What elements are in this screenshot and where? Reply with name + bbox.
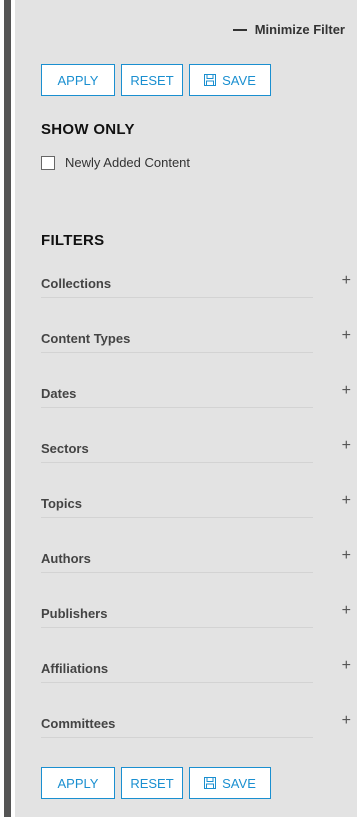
filter-dates[interactable]: Dates + — [41, 382, 351, 408]
minimize-filter-button[interactable]: Minimize Filter — [232, 22, 345, 37]
filter-divider — [41, 517, 313, 518]
filter-divider — [41, 572, 313, 573]
newly-added-content-label: Newly Added Content — [65, 155, 191, 170]
filter-label: Affiliations — [41, 661, 109, 676]
filter-publishers[interactable]: Publishers + — [41, 602, 351, 628]
plus-icon[interactable]: + — [342, 272, 351, 290]
show-only-heading: SHOW ONLY — [41, 121, 135, 138]
filter-collections[interactable]: Collections + — [41, 272, 351, 298]
filter-label: Committees — [41, 716, 116, 731]
filter-divider — [41, 737, 313, 738]
save-label: SAVE — [222, 72, 256, 88]
filter-label: Authors — [41, 551, 91, 566]
plus-icon[interactable]: + — [342, 327, 351, 345]
reset-button[interactable]: RESET — [121, 64, 183, 96]
filter-label: Publishers — [41, 606, 108, 621]
plus-icon[interactable]: + — [342, 657, 351, 675]
filter-divider — [41, 627, 313, 628]
filter-authors[interactable]: Authors + — [41, 547, 351, 573]
filters-heading: FILTERS — [41, 232, 105, 249]
floppy-disk-icon — [204, 74, 217, 86]
plus-icon[interactable]: + — [342, 437, 351, 455]
reset-label: RESET — [130, 775, 174, 791]
newly-added-content-checkbox[interactable] — [41, 155, 55, 170]
left-edge — [0, 0, 15, 817]
bottom-action-buttons: APPLY RESET SAVE — [41, 767, 271, 799]
plus-icon[interactable]: + — [342, 712, 351, 730]
filter-label: Content Types — [41, 331, 131, 346]
apply-button[interactable]: APPLY — [41, 64, 115, 96]
plus-icon[interactable]: + — [342, 492, 351, 510]
plus-icon[interactable]: + — [342, 602, 351, 620]
filter-divider — [41, 297, 313, 298]
filter-topics[interactable]: Topics + — [41, 492, 351, 518]
top-action-buttons: APPLY RESET SAVE — [41, 64, 271, 96]
apply-label: APPLY — [57, 775, 99, 791]
reset-label: RESET — [130, 72, 174, 88]
filter-affiliations[interactable]: Affiliations + — [41, 657, 351, 683]
save-button[interactable]: SAVE — [189, 64, 271, 96]
save-button[interactable]: SAVE — [189, 767, 271, 799]
filter-content-types[interactable]: Content Types + — [41, 327, 351, 353]
plus-icon[interactable]: + — [342, 382, 351, 400]
filter-sectors[interactable]: Sectors + — [41, 437, 351, 463]
filter-divider — [41, 407, 313, 408]
filter-label: Dates — [41, 386, 77, 401]
filter-divider — [41, 352, 313, 353]
apply-button[interactable]: APPLY — [41, 767, 115, 799]
filter-panel: Minimize Filter APPLY RESET SAVE SHOW ON… — [15, 0, 357, 817]
filter-label: Topics — [41, 496, 82, 511]
filter-divider — [41, 682, 313, 683]
newly-added-content-row[interactable]: Newly Added Content — [41, 155, 190, 170]
left-edge-stripe — [4, 0, 11, 817]
minus-icon — [232, 28, 247, 31]
floppy-disk-icon — [204, 777, 217, 789]
minimize-filter-label: Minimize Filter — [254, 22, 345, 37]
filter-divider — [41, 462, 313, 463]
save-label: SAVE — [222, 775, 256, 791]
filter-label: Collections — [41, 276, 112, 291]
filter-committees[interactable]: Committees + — [41, 712, 351, 738]
plus-icon[interactable]: + — [342, 547, 351, 565]
filter-label: Sectors — [41, 441, 89, 456]
reset-button[interactable]: RESET — [121, 767, 183, 799]
apply-label: APPLY — [57, 72, 99, 88]
